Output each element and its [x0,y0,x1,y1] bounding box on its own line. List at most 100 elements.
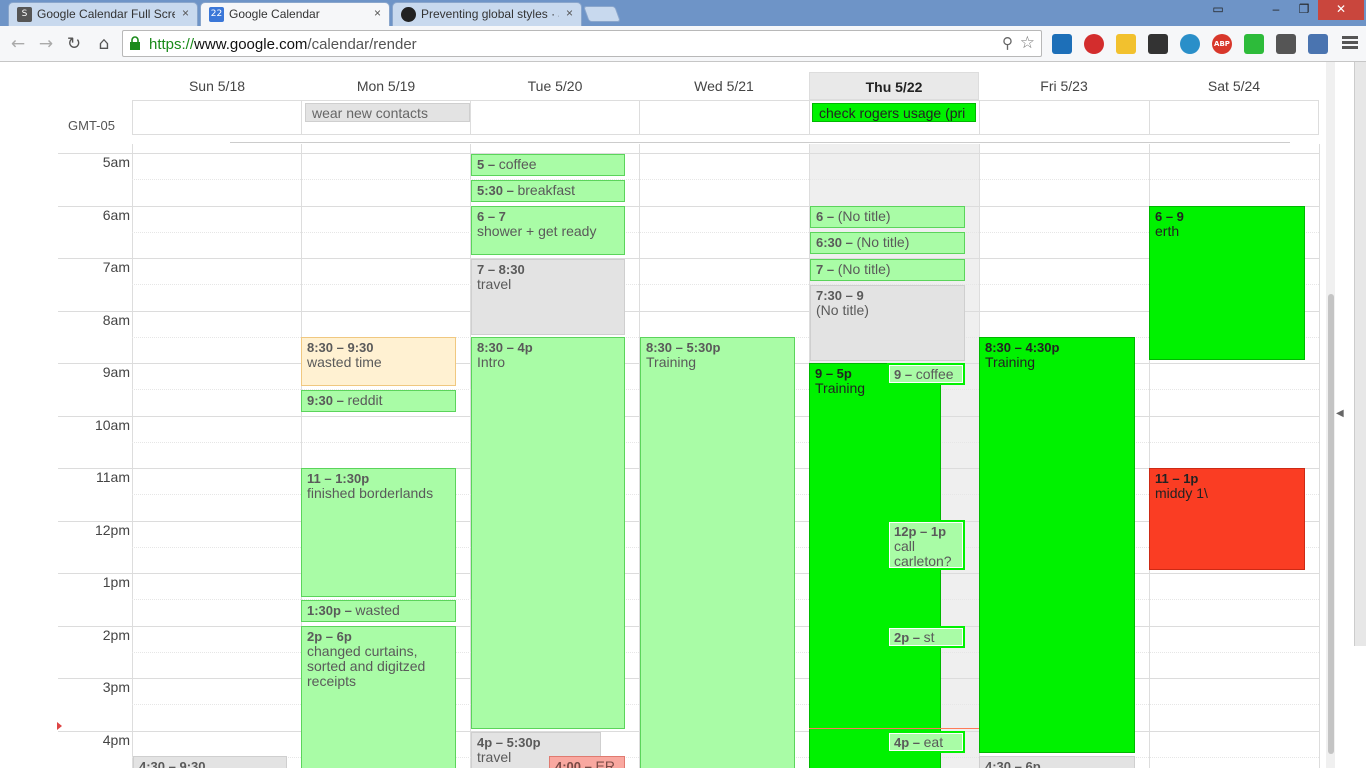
calendar-event[interactable]: 5 – coffee [471,154,625,176]
half-hour-gridline [132,284,1319,285]
calendar-icon: 22 [209,7,224,22]
side-panel-toggle: ◀ [1332,62,1366,768]
current-time-marker [57,722,62,730]
back-icon[interactable]: ← [8,34,28,54]
maximize-icon[interactable]: ❐ [1290,0,1318,20]
day-header-today[interactable]: Thu 5/22 [809,72,979,100]
browser-tab-active[interactable]: 22 Google Calendar × [200,2,390,26]
allday-divider [1149,100,1150,135]
calendar-event[interactable]: 9 – coffee [887,363,965,385]
calendar-event[interactable]: 8:30 – 5:30p Training [640,337,795,768]
allday-divider [639,100,640,135]
extension-icon[interactable] [1308,34,1328,54]
day-header[interactable]: Sun 5/18 [132,72,302,100]
window-close-icon[interactable]: ✕ [1318,0,1364,20]
reload-icon[interactable]: ↻ [64,34,84,54]
day-header[interactable]: Wed 5/21 [639,72,809,100]
calendar-event[interactable]: 4:30 – 9:30 [133,756,287,768]
day-header[interactable]: Sat 5/24 [1149,72,1319,100]
tab-title: Preventing global styles · J [421,7,559,21]
hour-label: 2pm [102,627,130,643]
menu-icon[interactable] [1342,36,1358,50]
hour-label: 6am [102,207,130,223]
address-bar[interactable]: https://www.google.com/calendar/render ⚲… [122,30,1042,57]
allday-event[interactable]: wear new contacts [305,103,470,122]
hour-gridline [132,206,1319,207]
calendar-event[interactable]: 4:30 – 6p [979,756,1135,768]
calendar-event[interactable]: 11 – 1p middy 1\ [1149,468,1305,570]
pocket-icon[interactable] [1276,34,1296,54]
calendar-event[interactable]: 5:30 – breakfast [471,180,625,202]
calendar-event[interactable]: 7 – 8:30 travel [471,259,625,335]
browser-tab[interactable]: Preventing global styles · J × [392,2,582,26]
extension-icon[interactable] [1116,34,1136,54]
calendar-event[interactable]: 7:30 – 9 (No title) [810,285,965,361]
browser-tab[interactable]: S Google Calendar Full Scre × [8,2,198,26]
url-domain: www.google.com [194,36,308,53]
close-icon[interactable]: × [374,6,381,20]
calendar-event[interactable]: 1:30p – wasted [301,600,456,622]
stop-icon[interactable] [1084,34,1104,54]
url-scheme: https:// [149,36,195,53]
allday-divider [470,100,471,135]
hour-label: 7am [102,259,130,275]
allday-separator [230,142,1290,143]
s-icon: S [17,7,32,22]
calendar-event[interactable]: 8:30 – 4:30p Training [979,337,1135,753]
calendar-event[interactable]: 8:30 – 9:30 wasted time [301,337,456,386]
half-hour-gridline [132,179,1319,180]
browser-tab-strip: S Google Calendar Full Scre × 22 Google … [0,0,1366,26]
github-icon [401,7,416,22]
profile-icon[interactable]: ▭ [1204,0,1232,20]
extension-icon[interactable] [1180,34,1200,54]
new-tab-button[interactable] [583,6,621,22]
extension-icon[interactable] [1244,34,1264,54]
calendar-event[interactable]: 9:30 – reddit [301,390,456,412]
calendar-event[interactable]: 2p – 6p changed curtains, sorted and digi… [301,626,456,768]
day-header[interactable]: Tue 5/20 [470,72,640,100]
calendar-week-view: Sun 5/18 Mon 5/19 Tue 5/20 Wed 5/21 Thu … [0,62,1366,768]
time-grid: 5am 6am 7am 8am 9am 10am 11am 12pm 1pm 2pm 3pm 4pm … [0,144,1366,768]
timezone-label: GMT-05 [68,118,115,133]
allday-divider [979,100,980,135]
hour-label: 3pm [102,679,130,695]
calendar-event[interactable]: 12p – 1p call carleton? [887,520,965,570]
close-icon[interactable]: × [182,6,189,20]
allday-divider [301,100,302,135]
day-column[interactable] [132,144,133,768]
browser-toolbar: ← → ↻ ⌂ https://www.google.com/calendar/… [0,26,1366,62]
day-header[interactable]: Fri 5/23 [979,72,1149,100]
close-icon[interactable]: × [566,6,573,20]
calendar-event[interactable]: 11 – 1:30p finished borderlands [301,468,456,597]
calendar-event[interactable]: 7 – (No title) [810,259,965,281]
allday-event[interactable]: check rogers usage (pri [812,103,976,122]
tab-title: Google Calendar [229,7,320,21]
lock-icon [130,36,140,50]
hour-label: 11am [96,469,130,485]
hour-label: 4pm [102,732,130,748]
hour-gridline [132,258,1319,259]
bookmark-star-icon[interactable]: ☆ [1020,33,1035,53]
minimize-icon[interactable]: – [1262,0,1290,20]
calendar-event[interactable]: 6 – 9 erth [1149,206,1305,360]
calendar-event[interactable]: 2p – st [887,626,965,648]
extension-icon[interactable] [1148,34,1168,54]
extension-icon[interactable] [1052,34,1072,54]
calendar-event[interactable]: 4p – eat [887,731,965,753]
calendar-event[interactable]: 4:00 – ER [549,756,625,768]
calendar-event[interactable]: 6 – 7 shower + get ready [471,206,625,255]
hour-label: 8am [102,312,130,328]
zoom-icon[interactable]: ⚲ [1002,34,1013,52]
calendar-event[interactable]: 8:30 – 4p Intro [471,337,625,729]
current-time-line [809,728,979,729]
chevron-left-icon[interactable]: ◀ [1336,408,1344,419]
calendar-event[interactable]: 6:30 – (No title) [810,232,965,254]
calendar-event[interactable]: 6 – (No title) [810,206,965,228]
day-header[interactable]: Mon 5/19 [301,72,471,100]
forward-icon[interactable]: → [36,34,56,54]
day-column-end [1319,144,1320,768]
half-hour-gridline [132,232,1319,233]
home-icon[interactable]: ⌂ [94,34,114,54]
hour-label: 1pm [102,574,130,590]
adblock-icon[interactable]: ABP [1212,34,1232,54]
